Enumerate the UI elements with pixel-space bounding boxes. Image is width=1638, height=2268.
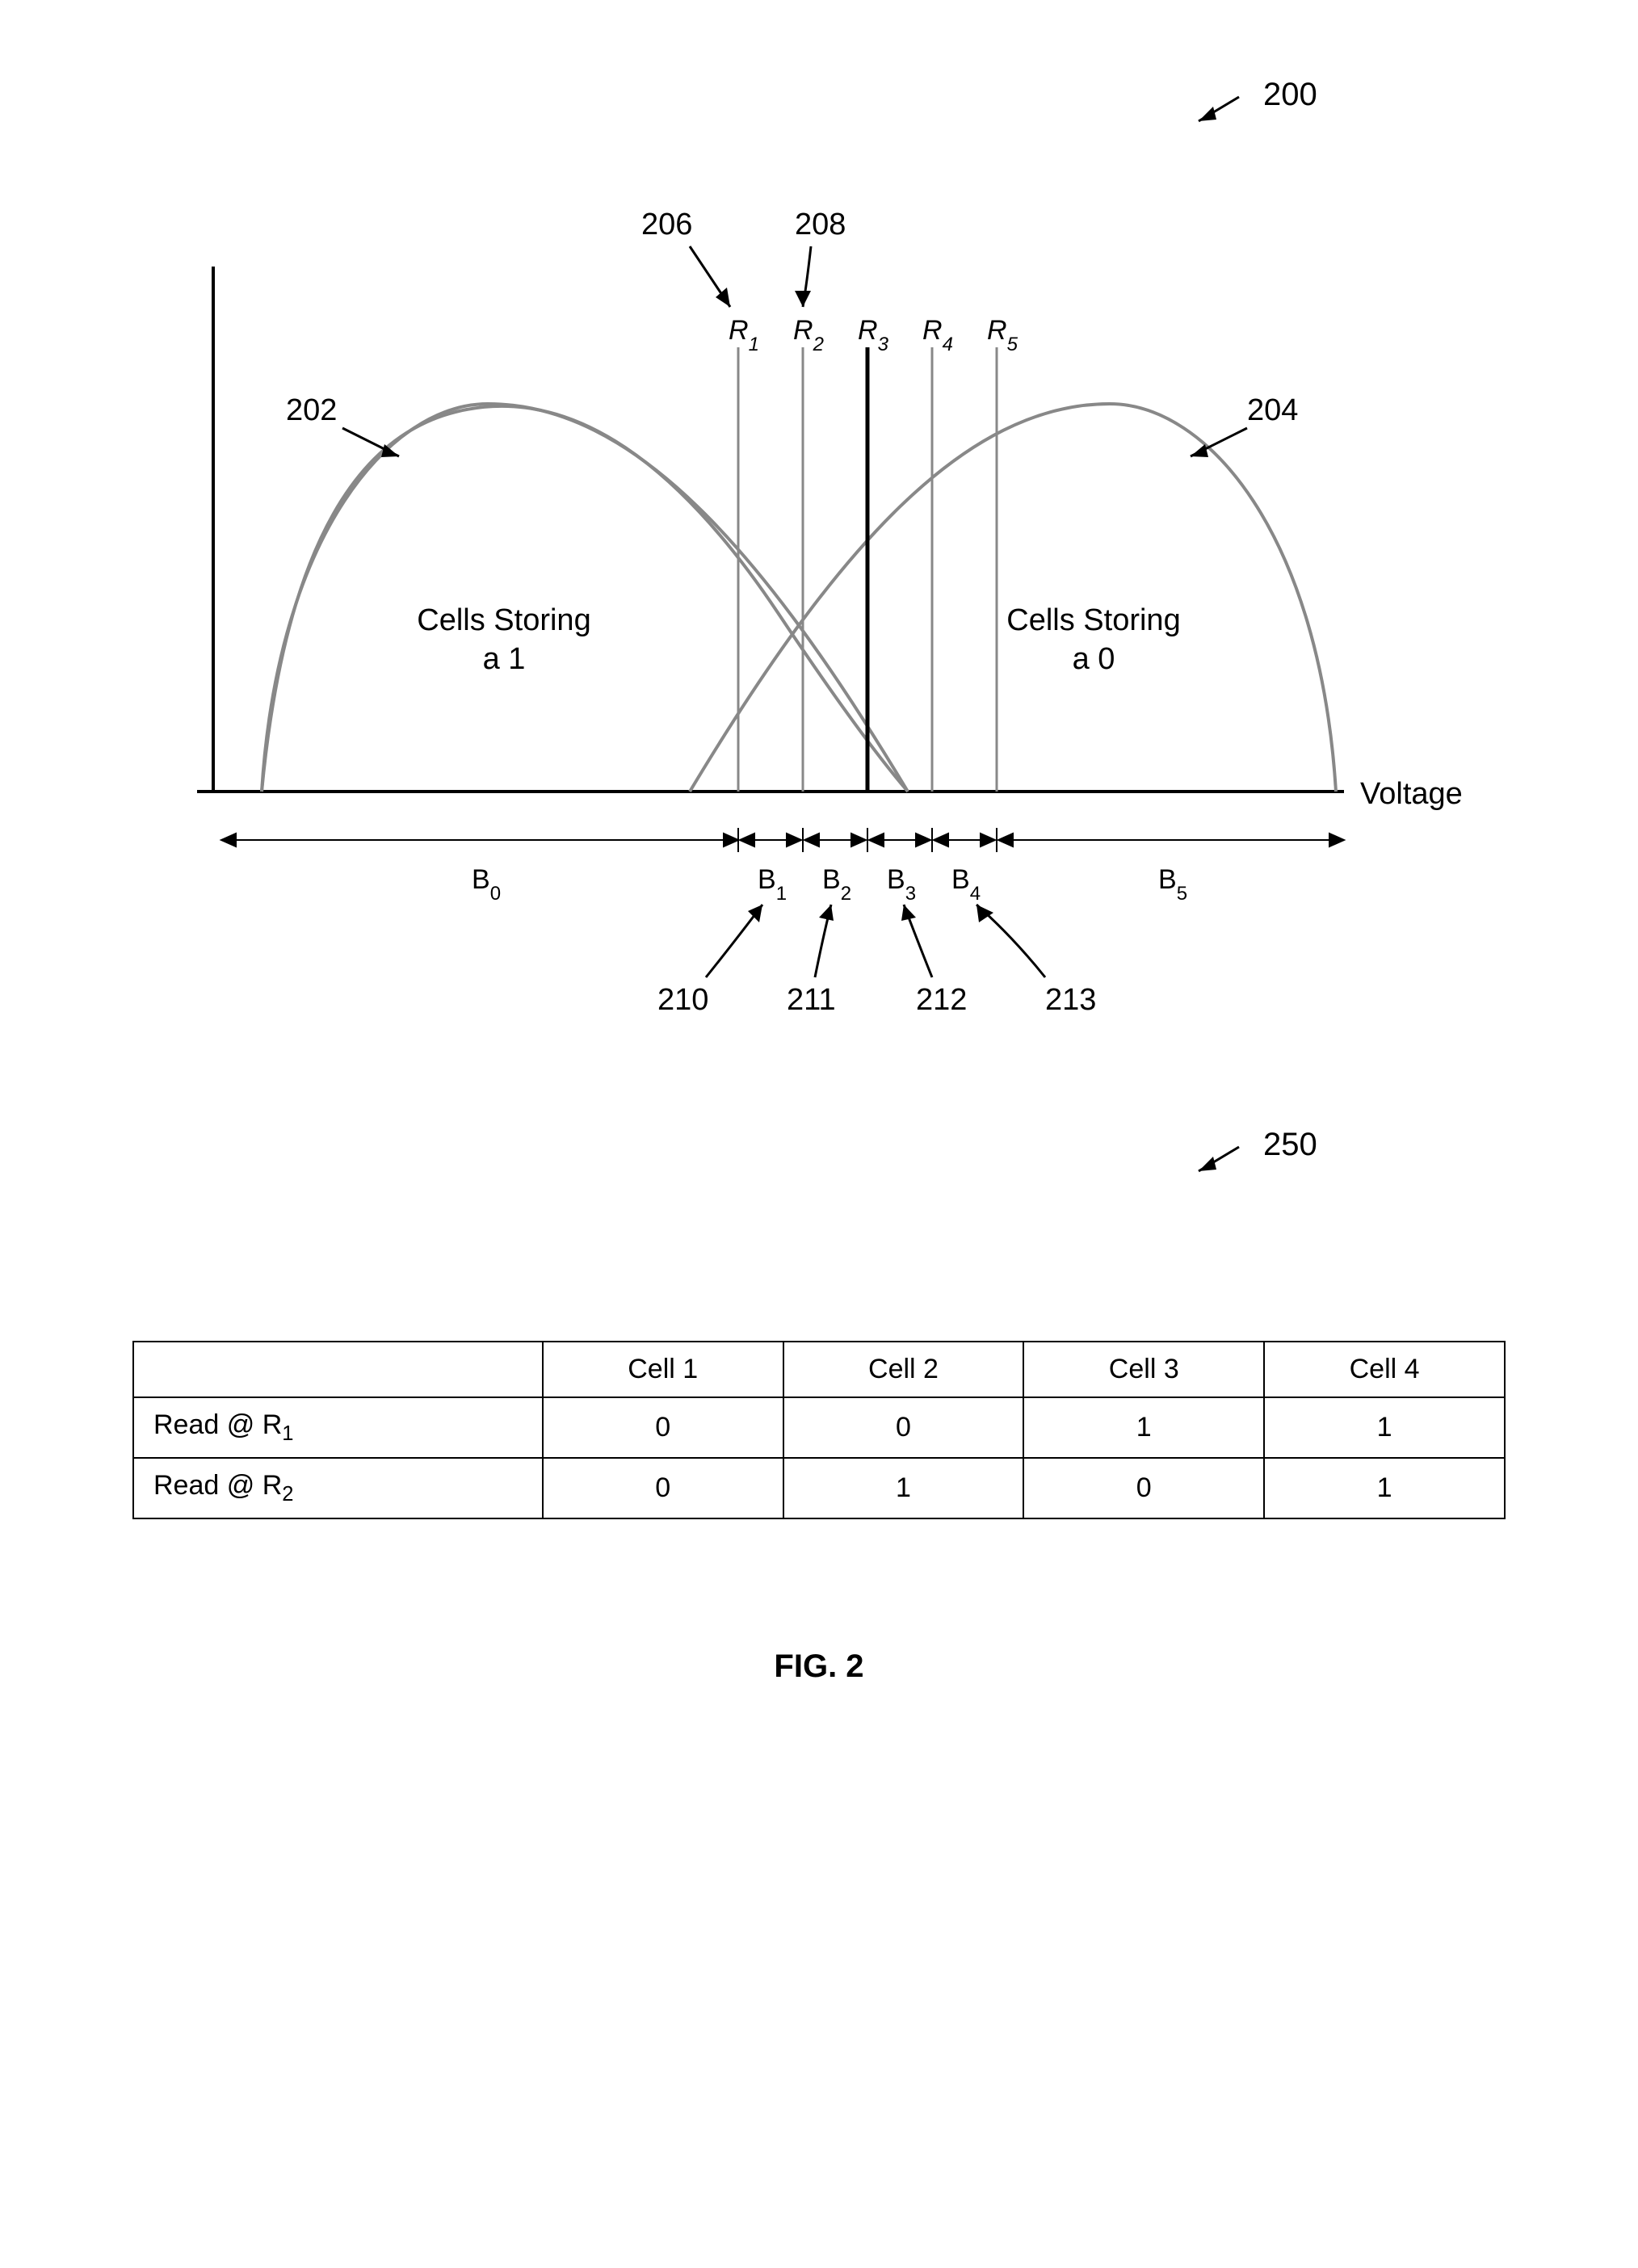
ref-202-arrow: 202 (286, 393, 399, 457)
ref-210-label: 210 (657, 983, 708, 1017)
chart-area: 200 Cells Storing a 1 Cells Storing a 0 … (52, 48, 1586, 1179)
curve-right-text-line1: Cells Storing (1006, 603, 1180, 637)
table-area: Cell 1 Cell 2 Cell 3 Cell 4 Read @ R1 0 … (52, 1341, 1586, 1519)
cell: 1 (1023, 1397, 1264, 1458)
read-labels: R1 R2 R3 R4 R5 (729, 315, 1018, 355)
cell: 1 (1264, 1397, 1505, 1458)
curve-left (262, 406, 908, 792)
ref-204-label: 204 (1247, 393, 1298, 427)
figure-caption: FIG. 2 (52, 1648, 1586, 1685)
ref-211-label: 211 (787, 983, 836, 1017)
ref-208-arrow: 208 (795, 208, 846, 307)
table-row: Read @ R1 0 0 1 1 (133, 1397, 1505, 1458)
curve-left-text-line1: Cells Storing (417, 603, 590, 637)
read-lines (738, 347, 997, 792)
ref-206-label: 206 (641, 208, 692, 242)
table-row: Read @ R2 0 1 0 1 (133, 1458, 1505, 1518)
cell: 0 (543, 1397, 783, 1458)
svg-text:R5: R5 (987, 315, 1018, 355)
ref-210-arrow: 210 (657, 905, 762, 1017)
ref-208-label: 208 (795, 208, 846, 242)
blank-cell (133, 1342, 543, 1397)
curve-left-text-line2: a 1 (483, 642, 526, 676)
curve-left-2 (262, 404, 908, 792)
svg-text:B5: B5 (1158, 864, 1187, 905)
ref-212-label: 212 (916, 983, 967, 1017)
chart-svg: 200 Cells Storing a 1 Cells Storing a 0 … (52, 48, 1586, 1179)
ref-213-arrow: 213 (976, 905, 1096, 1017)
cell: 1 (1264, 1458, 1505, 1518)
bin-arrows (221, 828, 1344, 852)
cell: 0 (783, 1397, 1024, 1458)
svg-text:R1: R1 (729, 315, 759, 355)
ref-250: 250 (1199, 1127, 1317, 1171)
cell: 0 (1023, 1458, 1264, 1518)
header-cell-4: Cell 4 (1264, 1342, 1505, 1397)
table-header-row: Cell 1 Cell 2 Cell 3 Cell 4 (133, 1342, 1505, 1397)
header-cell-2: Cell 2 (783, 1342, 1024, 1397)
ref-204-arrow: 204 (1191, 393, 1298, 457)
svg-text:B0: B0 (472, 864, 501, 905)
row-label: Read @ R2 (133, 1458, 543, 1518)
curve-right (690, 404, 1336, 792)
ref-211-arrow: 211 (787, 905, 836, 1017)
read-table: Cell 1 Cell 2 Cell 3 Cell 4 Read @ R1 0 … (132, 1341, 1506, 1519)
svg-text:R4: R4 (922, 315, 953, 355)
header-cell-3: Cell 3 (1023, 1342, 1264, 1397)
ref-200-label: 200 (1263, 77, 1317, 112)
svg-text:B4: B4 (951, 864, 981, 905)
curve-right-text-line2: a 0 (1073, 642, 1115, 676)
figure-container: 200 Cells Storing a 1 Cells Storing a 0 … (52, 48, 1586, 1685)
cell: 1 (783, 1458, 1024, 1518)
ref-250-label: 250 (1263, 1127, 1317, 1162)
bin-labels: B0 B1 B2 B3 B4 B5 (472, 864, 1187, 905)
ref-200: 200 (1199, 77, 1317, 121)
row-label: Read @ R1 (133, 1397, 543, 1458)
svg-text:B2: B2 (822, 864, 851, 905)
svg-text:R3: R3 (858, 315, 889, 355)
ref-213-label: 213 (1045, 983, 1096, 1017)
svg-text:B3: B3 (887, 864, 916, 905)
cell: 0 (543, 1458, 783, 1518)
ref-202-label: 202 (286, 393, 337, 427)
ref-206-arrow: 206 (641, 208, 730, 307)
ref-212-arrow: 212 (901, 905, 967, 1017)
svg-text:B1: B1 (758, 864, 787, 905)
header-cell-1: Cell 1 (543, 1342, 783, 1397)
svg-text:R2: R2 (793, 315, 824, 355)
x-axis-label: Voltage (1360, 777, 1463, 811)
